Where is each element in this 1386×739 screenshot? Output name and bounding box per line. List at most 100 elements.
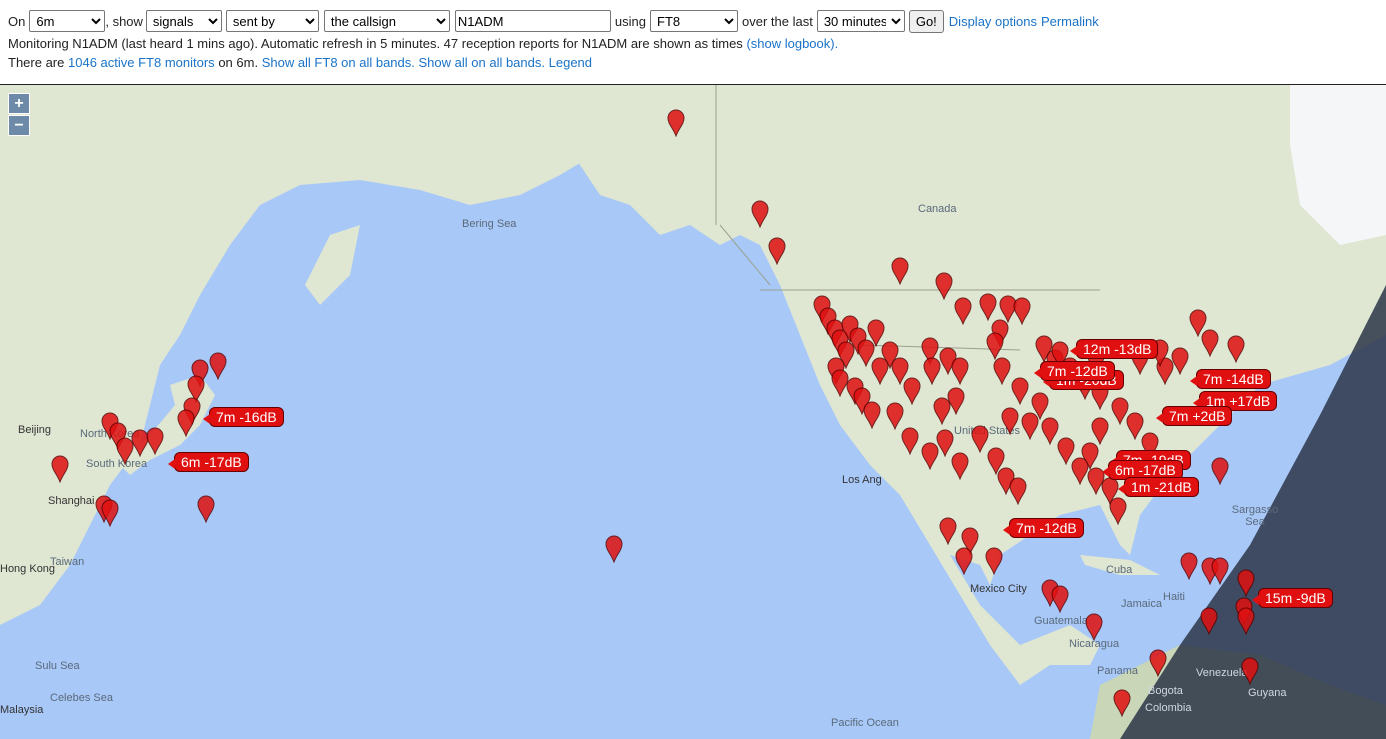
reception-marker[interactable] (605, 535, 623, 563)
zoom-control: + − (8, 93, 30, 137)
reception-marker[interactable] (871, 357, 889, 385)
permalink-link[interactable]: Permalink (1041, 14, 1099, 29)
reception-marker[interactable] (891, 257, 909, 285)
reception-marker[interactable] (1001, 407, 1019, 435)
map-label-malaysia: Malaysia (0, 704, 44, 716)
on-label: On (8, 13, 26, 29)
reception-marker[interactable] (985, 547, 1003, 575)
band-select[interactable]: 6m (29, 10, 106, 32)
status-text: Monitoring N1ADM (last heard 1 mins ago)… (8, 36, 743, 51)
reception-marker[interactable] (951, 357, 969, 385)
reception-marker[interactable] (197, 495, 215, 523)
zoom-in-button[interactable]: + (8, 93, 30, 114)
reception-marker[interactable] (951, 452, 969, 480)
reception-marker[interactable] (1091, 417, 1109, 445)
reception-marker[interactable] (923, 357, 941, 385)
legend-link[interactable]: Legend (549, 55, 592, 70)
reception-marker[interactable] (1109, 497, 1127, 525)
reception-marker[interactable] (886, 402, 904, 430)
reception-marker[interactable] (101, 499, 119, 527)
show-label: , show (105, 13, 143, 29)
monitor-count-line: There are 1046 active FT8 monitors on 6m… (8, 55, 592, 70)
query-row: On 6m , show signals sent by the callsig… (8, 9, 1099, 33)
reception-marker[interactable] (903, 377, 921, 405)
reception-marker[interactable] (935, 272, 953, 300)
reception-marker[interactable] (1113, 689, 1131, 717)
map-label-venezuela: Venezuela (1196, 667, 1248, 679)
reception-marker[interactable] (751, 200, 769, 228)
reception-marker[interactable] (954, 297, 972, 325)
reception-marker[interactable] (768, 237, 786, 265)
map-label-bering-sea: Bering Sea (462, 218, 517, 230)
reception-marker[interactable] (986, 332, 1004, 360)
monitor-count-mid: on 6m. (218, 55, 259, 70)
monitoring-status: Monitoring N1ADM (last heard 1 mins ago)… (8, 36, 838, 51)
mode-select[interactable]: signals (145, 10, 222, 32)
target-select[interactable]: the callsign (323, 10, 450, 32)
reception-marker[interactable] (1211, 557, 1229, 585)
reception-marker[interactable] (1085, 613, 1103, 641)
using-label: using (614, 13, 646, 29)
reception-marker[interactable] (1149, 649, 1167, 677)
show-logbook-link[interactable]: (show logbook). (746, 36, 838, 51)
reception-marker[interactable] (863, 401, 881, 429)
map-canvas[interactable]: + − Canada Bering Sea Beijing Shanghai H… (0, 85, 1386, 739)
reception-marker[interactable] (177, 409, 195, 437)
monitor-count-prefix: There are (8, 55, 65, 70)
report-tag[interactable]: 7m -12dB (1034, 361, 1115, 381)
report-tag[interactable]: 15m -9dB (1252, 588, 1333, 608)
report-tag[interactable]: 7m -16dB (203, 407, 284, 427)
map-label-hong-kong: Hong Kong (0, 563, 56, 575)
protocol-select[interactable]: FT8 (650, 10, 738, 32)
reception-marker[interactable] (1180, 552, 1198, 580)
map-label-bogota: Bogota (1148, 685, 1183, 697)
reception-marker[interactable] (1011, 377, 1029, 405)
callsign-input[interactable] (454, 10, 611, 32)
reception-marker[interactable] (209, 352, 227, 380)
report-tag[interactable]: 1m -21dB (1118, 477, 1199, 497)
reception-marker[interactable] (947, 387, 965, 415)
report-tag[interactable]: 6m -17dB (168, 452, 249, 472)
over-label: over the last (742, 13, 813, 29)
reception-marker[interactable] (1009, 477, 1027, 505)
report-tag[interactable]: 12m -13dB (1069, 339, 1159, 359)
reception-marker[interactable] (1081, 442, 1099, 470)
show-all-ft8-link[interactable]: Show all FT8 on all bands. (262, 55, 415, 70)
reception-marker[interactable] (51, 455, 69, 483)
map-label-celebes-sea: Celebes Sea (50, 692, 113, 704)
go-button[interactable]: Go! (908, 9, 944, 33)
map-label-beijing: Beijing (18, 424, 52, 436)
direction-select[interactable]: sent by (225, 10, 319, 32)
map-label-taiwan: Taiwan (50, 556, 85, 568)
display-options-link[interactable]: Display options (949, 14, 1037, 29)
active-monitors-link[interactable]: 1046 active FT8 monitors (68, 55, 215, 70)
period-select[interactable]: 30 minutes (816, 10, 905, 32)
reception-marker[interactable] (1051, 585, 1069, 613)
map-label-guyana: Guyana (1248, 687, 1287, 699)
reception-marker[interactable] (1200, 607, 1218, 635)
map-label-sulu-sea: Sulu Sea (35, 660, 80, 672)
reception-marker[interactable] (667, 109, 685, 137)
reception-marker[interactable] (993, 357, 1011, 385)
map-label-shanghai: Shanghai (48, 495, 95, 507)
reception-marker[interactable] (1021, 412, 1039, 440)
reception-marker[interactable] (1227, 335, 1245, 363)
map-label-panama: Panama (1097, 665, 1138, 677)
reception-marker[interactable] (979, 293, 997, 321)
reception-marker[interactable] (1201, 329, 1219, 357)
show-all-bands-link[interactable]: Show all on all bands. (419, 55, 545, 70)
reception-marker[interactable] (1237, 569, 1255, 597)
reception-marker[interactable] (1241, 657, 1259, 685)
reception-marker[interactable] (955, 547, 973, 575)
reception-marker[interactable] (1211, 457, 1229, 485)
reception-marker[interactable] (146, 427, 164, 455)
reception-marker[interactable] (1171, 347, 1189, 375)
zoom-out-button[interactable]: − (8, 115, 30, 136)
report-tag[interactable]: 7m +2dB (1155, 406, 1233, 426)
report-tag[interactable]: 7m -12dB (1003, 518, 1084, 538)
reception-marker[interactable] (939, 517, 957, 545)
report-tag[interactable]: 7m -14dB (1190, 369, 1271, 389)
reception-marker[interactable] (1013, 297, 1031, 325)
reception-marker[interactable] (901, 427, 919, 455)
reception-marker[interactable] (1237, 607, 1255, 635)
